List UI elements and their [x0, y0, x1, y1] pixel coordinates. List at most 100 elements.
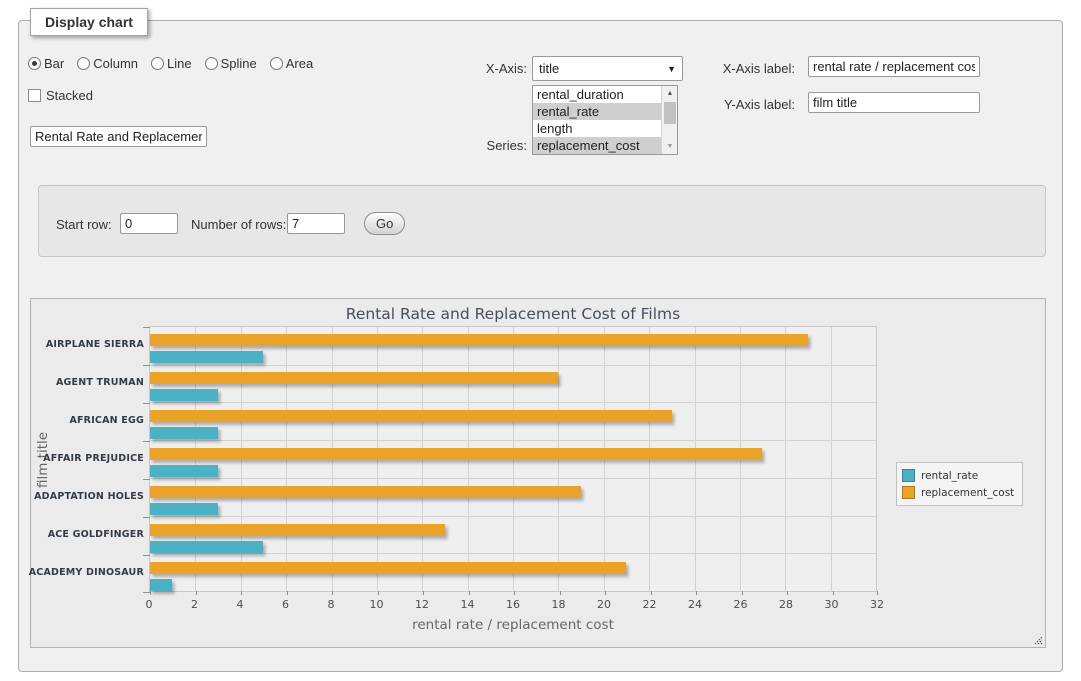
go-button[interactable]: Go — [364, 212, 405, 235]
legend-label: rental_rate — [921, 470, 978, 482]
x-axis-tick-label: 24 — [675, 598, 715, 611]
radio-label: Spline — [221, 56, 257, 71]
y-axis-tick — [143, 555, 150, 556]
x-axis-tick — [605, 591, 606, 595]
series-listbox[interactable]: rental_durationrental_ratelengthreplacem… — [532, 85, 678, 155]
stacked-label: Stacked — [46, 88, 93, 103]
x-axis-tick — [787, 591, 788, 595]
y-axis-label-input[interactable] — [808, 92, 980, 113]
x-axis-tick — [514, 591, 515, 595]
bar-replacement_cost-african-egg — [150, 410, 672, 422]
chart-type-radio-spline[interactable]: Spline — [205, 56, 257, 71]
category-label: AFFAIR PREJUDICE — [24, 453, 144, 464]
y-axis-tick — [143, 365, 150, 366]
category-label: ACADEMY DINOSAUR — [24, 567, 144, 578]
bar-rental_rate-airplane-sierra — [150, 351, 263, 363]
x-axis-tick-label: 26 — [721, 598, 761, 611]
x-axis-selected-value: title — [539, 61, 663, 76]
x-axis-tick — [423, 591, 424, 595]
x-axis-tick-label: 0 — [129, 598, 169, 611]
radio-icon[interactable] — [205, 57, 218, 70]
scrollbar-thumb[interactable] — [664, 102, 676, 124]
chart-type-radio-bar[interactable]: Bar — [28, 56, 64, 71]
legend-item-replacement_cost: replacement_cost — [902, 484, 1014, 501]
scroll-down-icon[interactable]: ▼ — [662, 139, 678, 154]
radio-icon[interactable] — [77, 57, 90, 70]
scroll-up-icon[interactable]: ▲ — [662, 86, 678, 101]
x-axis-label-caption: X-Axis label: — [700, 61, 795, 76]
radio-label: Line — [167, 56, 192, 71]
chart-title-input[interactable] — [30, 126, 207, 147]
legend-item-rental_rate: rental_rate — [902, 467, 1014, 484]
x-axis-tick — [833, 591, 834, 595]
x-axis-tick-label: 8 — [311, 598, 351, 611]
x-axis-tick-label: 4 — [220, 598, 260, 611]
chart-legend: rental_rate replacement_cost — [896, 462, 1023, 506]
page: Display chart BarColumnLineSplineArea St… — [0, 0, 1081, 681]
chart-type-radio-group: Bar Column Line Spline Area — [28, 56, 322, 71]
bar-replacement_cost-ace-goldfinger — [150, 524, 445, 536]
x-axis-tick-label: 14 — [448, 598, 488, 611]
chart-plot-area: AIRPLANE SIERRAAGENT TRUMANAFRICAN EGGAF… — [149, 326, 877, 592]
y-axis-tick — [143, 479, 150, 480]
x-axis-tick — [196, 591, 197, 595]
listbox-scrollbar[interactable]: ▲ ▼ — [661, 86, 677, 154]
x-axis-select[interactable]: title ▼ — [532, 56, 683, 81]
legend-label: replacement_cost — [921, 487, 1014, 499]
x-axis-tick — [560, 591, 561, 595]
bar-rental_rate-african-egg — [150, 427, 218, 439]
bar-rental_rate-adaptation-holes — [150, 503, 218, 515]
radio-label: Area — [286, 56, 313, 71]
radio-label: Bar — [44, 56, 64, 71]
x-axis-label-input[interactable] — [808, 56, 980, 77]
x-axis-tick-label: 22 — [630, 598, 670, 611]
legend-swatch — [902, 469, 915, 482]
x-axis-tick — [651, 591, 652, 595]
chart-type-radio-area[interactable]: Area — [270, 56, 313, 71]
bar-rental_rate-agent-truman — [150, 389, 218, 401]
x-axis-tick-label: 2 — [175, 598, 215, 611]
x-axis-tick-label: 28 — [766, 598, 806, 611]
stacked-option: Stacked — [28, 88, 93, 103]
gridline-horizontal — [150, 478, 876, 479]
series-option-replacement_cost[interactable]: replacement_cost — [533, 137, 661, 154]
x-axis-tick-label: 12 — [402, 598, 442, 611]
radio-icon[interactable] — [151, 57, 164, 70]
x-axis-tick — [469, 591, 470, 595]
series-option-length[interactable]: length — [533, 120, 661, 137]
bar-replacement_cost-adaptation-holes — [150, 486, 581, 498]
legend-swatch — [902, 486, 915, 499]
number-of-rows-label: Number of rows: — [191, 217, 286, 232]
radio-icon[interactable] — [28, 57, 41, 70]
y-axis-tick — [143, 403, 150, 404]
radio-label: Column — [93, 56, 138, 71]
chart-container: Rental Rate and Replacement Cost of Film… — [30, 298, 1046, 648]
bar-replacement_cost-agent-truman — [150, 372, 558, 384]
y-axis-tick — [143, 517, 150, 518]
number-of-rows-input[interactable] — [287, 213, 345, 234]
series-option-rental_duration[interactable]: rental_duration — [533, 86, 661, 103]
stacked-checkbox[interactable] — [28, 89, 41, 102]
x-axis-tick — [332, 591, 333, 595]
bar-rental_rate-ace-goldfinger — [150, 541, 263, 553]
bar-rental_rate-affair-prejudice — [150, 465, 218, 477]
series-option-rental_rate[interactable]: rental_rate — [533, 103, 661, 120]
x-axis-tick-label: 20 — [584, 598, 624, 611]
x-axis-tick — [378, 591, 379, 595]
radio-icon[interactable] — [270, 57, 283, 70]
bar-replacement_cost-airplane-sierra — [150, 334, 808, 346]
chart-type-radio-line[interactable]: Line — [151, 56, 192, 71]
x-axis-select-label: X-Axis: — [440, 61, 527, 76]
gridline-horizontal — [150, 516, 876, 517]
chart-x-axis-title: rental rate / replacement cost — [149, 617, 877, 633]
start-row-input[interactable] — [120, 213, 178, 234]
y-axis-tick — [143, 592, 150, 593]
series-listbox-label: Series: — [440, 138, 527, 153]
category-label: ADAPTATION HOLES — [24, 491, 144, 502]
y-axis-label-caption: Y-Axis label: — [700, 97, 795, 112]
resize-handle-icon[interactable] — [1031, 633, 1043, 645]
bar-replacement_cost-affair-prejudice — [150, 448, 762, 460]
chevron-down-icon: ▼ — [667, 64, 676, 74]
row-range-panel: Start row: Number of rows: Go — [38, 185, 1046, 257]
chart-type-radio-column[interactable]: Column — [77, 56, 138, 71]
